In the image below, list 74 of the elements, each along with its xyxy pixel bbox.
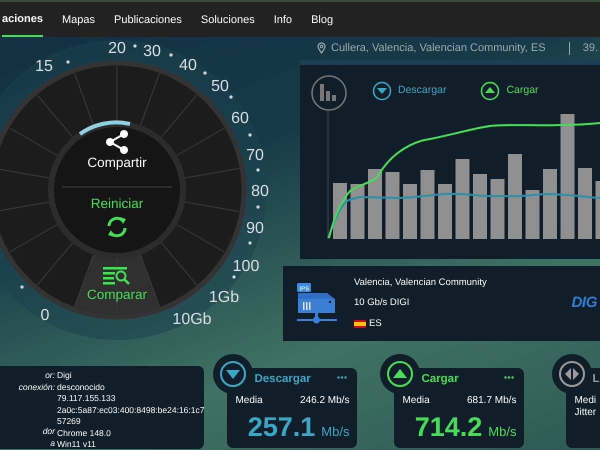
- card-title: L: [592, 372, 600, 387]
- jitter-label: Jitter: [574, 406, 596, 420]
- gauge-scale-label: 70: [246, 147, 264, 164]
- location-text: Cullera, Valencia, Valencian Community, ES: [331, 40, 546, 56]
- average-value: 681.7 Mb/s: [466, 394, 516, 408]
- card-title: Descargar: [254, 372, 311, 387]
- location-pin-icon: [317, 42, 326, 54]
- restart-button[interactable]: Reiniciar: [67, 196, 167, 239]
- gauge-scale-label: 20: [108, 40, 126, 57]
- server-provider: 10 Gb/s DIGI: [354, 296, 410, 310]
- info-value: 57269: [57, 416, 82, 428]
- gauge-scale-label: 30: [143, 43, 161, 60]
- provider-logo: DIG: [571, 293, 597, 314]
- gauge-scale-label: 80: [251, 183, 269, 200]
- info-value: 79.117.155.133: [57, 393, 116, 404]
- graph-bar: [368, 169, 382, 239]
- info-label: a: [50, 438, 55, 448]
- country-code: ES: [369, 316, 382, 331]
- info-label: dor: [42, 426, 55, 436]
- graph-bar: [386, 172, 400, 239]
- graph-bar: [578, 168, 592, 239]
- nav-tab[interactable]: Publicaciones: [114, 2, 182, 37]
- share-button[interactable]: Compartir: [67, 129, 167, 171]
- gauge-scale-label: 0: [40, 307, 50, 324]
- average-label: Medi: [574, 394, 596, 408]
- legend-label: Descargar: [398, 83, 446, 98]
- info-value: Digi: [57, 370, 73, 382]
- gauge-scale-label: 15: [35, 58, 53, 75]
- graph-bar: [403, 184, 417, 239]
- nav-tab[interactable]: Blog: [311, 2, 334, 37]
- list-search-icon: [103, 266, 131, 286]
- nav-tab[interactable]: Info: [274, 2, 292, 37]
- average-label: Media: [402, 394, 430, 408]
- nav-tab[interactable]: Soluciones: [200, 2, 255, 37]
- gauge-scale-label: 40: [179, 57, 197, 74]
- info-label: or:: [45, 370, 55, 380]
- graph-bar: [543, 169, 557, 239]
- speed-value: 714.2: [414, 412, 482, 442]
- graph-bar: [490, 179, 504, 239]
- compare-button[interactable]: Comparar: [67, 266, 167, 303]
- refresh-icon: [105, 215, 129, 239]
- info-label: conexión:: [18, 382, 55, 392]
- graph-bar: [473, 174, 487, 239]
- graph-bar: [350, 184, 364, 239]
- nav-tab[interactable]: aciones: [2, 2, 43, 37]
- gauge-scale-label: 90: [246, 220, 264, 237]
- bar-chart-icon[interactable]: [310, 74, 348, 112]
- card-title: Cargar: [421, 372, 459, 387]
- gauge-scale-label: 50: [211, 78, 229, 95]
- info-value: desconocido: [57, 382, 106, 393]
- server-location: Valencia, Valencian Community: [354, 276, 487, 290]
- average-label: Media: [235, 394, 263, 408]
- info-value: Win11 v11: [57, 439, 97, 450]
- speed-value: 257.1: [248, 412, 316, 442]
- gauge-scale-label: 1Gb: [208, 289, 240, 306]
- share-icon: [105, 129, 129, 155]
- gauge-scale-label: 100: [232, 258, 260, 275]
- graph-bar: [420, 170, 434, 239]
- coordinates-text: 39.: [582, 40, 598, 56]
- speed-unit: Mb/s: [488, 423, 516, 441]
- info-value: Chrome 148.0: [57, 428, 112, 439]
- average-value: 246.2 Mb/s: [300, 394, 350, 408]
- nav-tab[interactable]: Mapas: [62, 2, 95, 37]
- graph-bar: [526, 190, 540, 239]
- graph-bar: [438, 184, 452, 239]
- more-icon[interactable]: [337, 376, 348, 379]
- speed-unit: Mb/s: [321, 423, 350, 441]
- graph-bar: [596, 181, 600, 239]
- spain-flag-icon: [354, 320, 366, 328]
- more-icon[interactable]: [504, 376, 514, 379]
- gauge-scale-label: 60: [231, 110, 249, 127]
- gauge-scale-label: 10Gb: [172, 311, 212, 328]
- info-value: 2a0c:5a87:ec03:400:8498:be24:16:1c7: [57, 404, 204, 416]
- legend-label: Cargar: [506, 83, 539, 98]
